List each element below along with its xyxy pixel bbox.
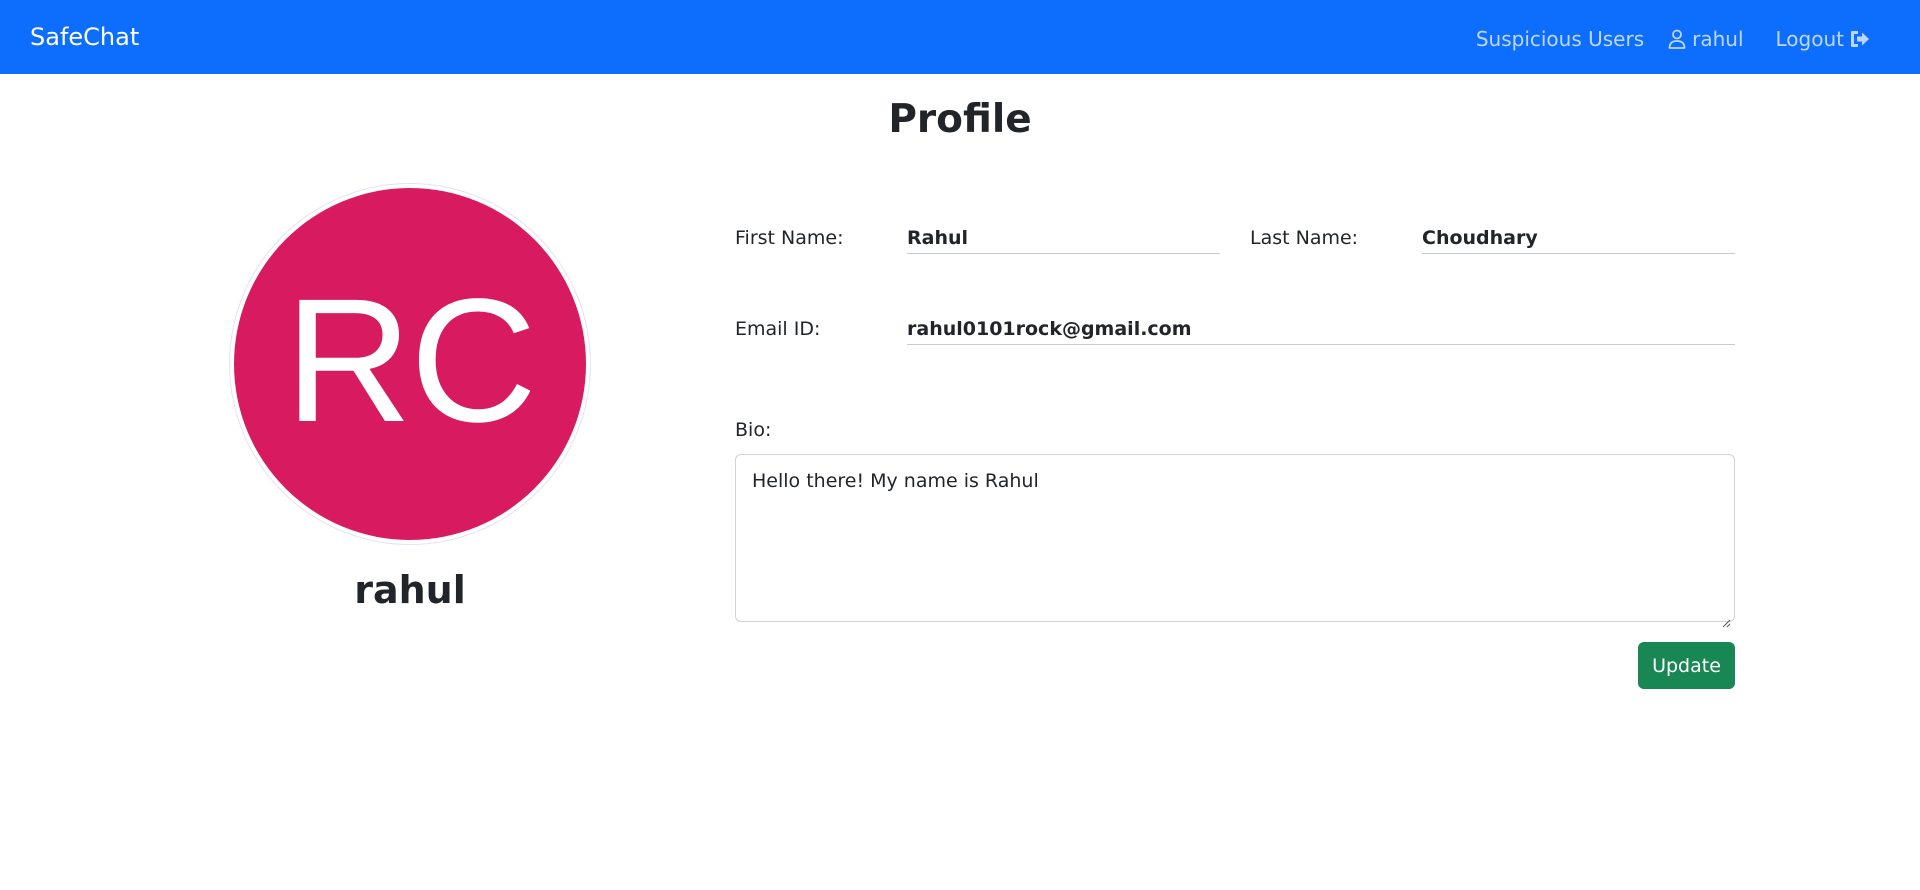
logout-link[interactable]: Logout	[1776, 22, 1870, 56]
last-name-field[interactable]	[1422, 222, 1735, 254]
avatar-initials: RC	[284, 263, 537, 459]
bio-textarea[interactable]: Hello there! My name is Rahul	[735, 454, 1735, 628]
bio-text: Hello there! My name is Rahul	[752, 470, 1039, 492]
email-field[interactable]	[907, 313, 1735, 345]
sign-out-icon	[1850, 30, 1870, 48]
avatar-frame: RC	[229, 183, 591, 545]
navbar: SafeChat Suspicious Users rahul Logout	[0, 0, 1920, 74]
profile-username: rahul	[354, 568, 466, 612]
first-name-label: First Name:	[735, 227, 844, 249]
avatar: RC	[234, 188, 586, 540]
user-icon	[1668, 29, 1686, 49]
logout-label: Logout	[1775, 27, 1844, 51]
update-button[interactable]: Update	[1638, 642, 1735, 689]
suspicious-users-label: Suspicious Users	[1475, 27, 1645, 51]
page-title: Profile	[888, 97, 1032, 142]
user-profile-link[interactable]: rahul	[1668, 22, 1744, 56]
bio-label: Bio:	[735, 419, 772, 441]
email-label: Email ID:	[735, 318, 821, 340]
first-name-field[interactable]	[907, 222, 1220, 254]
user-link-label: rahul	[1692, 27, 1744, 51]
navbar-links: Suspicious Users rahul Logout	[1476, 22, 1870, 56]
last-name-label: Last Name:	[1250, 227, 1359, 249]
suspicious-users-link[interactable]: Suspicious Users	[1476, 22, 1644, 56]
resize-handle-icon[interactable]	[1721, 608, 1731, 628]
brand-link[interactable]: SafeChat	[30, 20, 139, 54]
